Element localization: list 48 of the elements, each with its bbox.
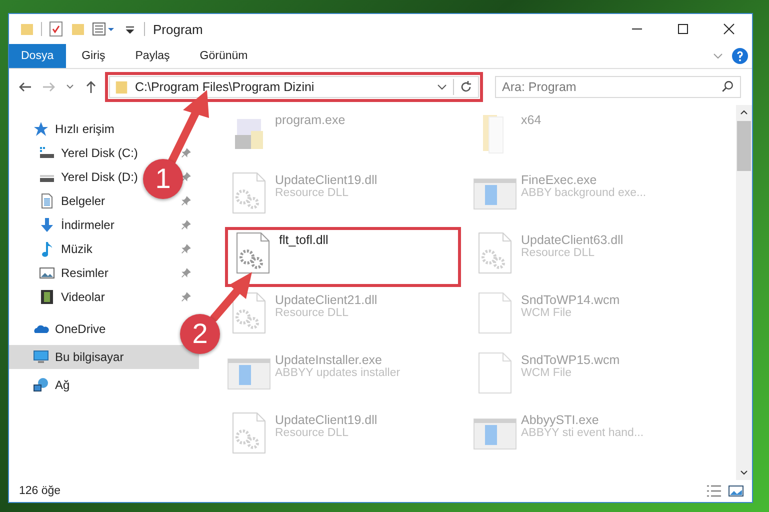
pin-icon[interactable] (181, 220, 191, 230)
sidebar-item[interactable]: OneDrive (9, 317, 110, 341)
sidebar-item[interactable]: Belgeler (9, 189, 110, 213)
pin-icon[interactable] (181, 196, 191, 206)
dropdown-icon[interactable] (437, 82, 447, 92)
star-icon (33, 121, 49, 137)
pin-icon[interactable] (181, 268, 191, 278)
pin-icon[interactable] (181, 148, 191, 158)
help-icon[interactable] (732, 48, 748, 64)
large-icons-view-icon[interactable] (728, 483, 744, 499)
sidebar-item[interactable]: Resimler (9, 261, 112, 285)
scroll-thumb[interactable] (737, 121, 751, 171)
pin-icon[interactable] (181, 172, 191, 182)
document-icon (39, 193, 55, 209)
properties-icon[interactable] (48, 21, 64, 37)
sidebar-item[interactable]: Bu bilgisayar (9, 345, 199, 369)
ribbon-tab[interactable]: Giriş (68, 44, 120, 68)
sidebar-item[interactable]: İndirmeler (9, 213, 118, 237)
close-icon (723, 23, 735, 35)
file-item[interactable]: flt_tofl.dll (225, 227, 461, 287)
pin-icon[interactable] (181, 244, 191, 254)
details-view-icon[interactable] (706, 483, 722, 499)
callout-arrow (210, 272, 252, 322)
folder-icon (114, 79, 129, 95)
sidebar-item[interactable]: Hızlı erişim (9, 117, 118, 141)
pictures-icon (39, 265, 55, 281)
ribbon-tab[interactable]: Görünüm (186, 44, 262, 68)
sidebar-item[interactable]: Müzik (9, 237, 96, 261)
scrollbar[interactable] (736, 105, 752, 480)
drive-icon (39, 145, 55, 161)
sidebar-item[interactable]: Videolar (9, 285, 109, 309)
search-icon (721, 80, 734, 93)
item-count: 126 öğe (19, 485, 61, 497)
download-icon (39, 217, 55, 233)
sidebar-item[interactable]: Yerel Disk (C:) (9, 141, 142, 165)
computer-icon (33, 349, 49, 365)
window-title: Program (153, 22, 203, 36)
film-icon (39, 289, 55, 305)
network-icon (33, 377, 49, 393)
view-dropdown-icon[interactable] (92, 21, 116, 37)
ribbon-tab[interactable]: Paylaş (121, 44, 184, 68)
sidebar-item[interactable]: Yerel Disk (D:) (9, 165, 142, 189)
pin-icon[interactable] (181, 292, 191, 302)
ribbon-tab[interactable]: Dosya (9, 44, 66, 68)
maximize-icon (677, 23, 689, 35)
refresh-icon[interactable] (453, 79, 474, 95)
sidebar-item[interactable]: Ağ (9, 373, 74, 397)
search-field[interactable]: Ara: Program (495, 76, 741, 98)
